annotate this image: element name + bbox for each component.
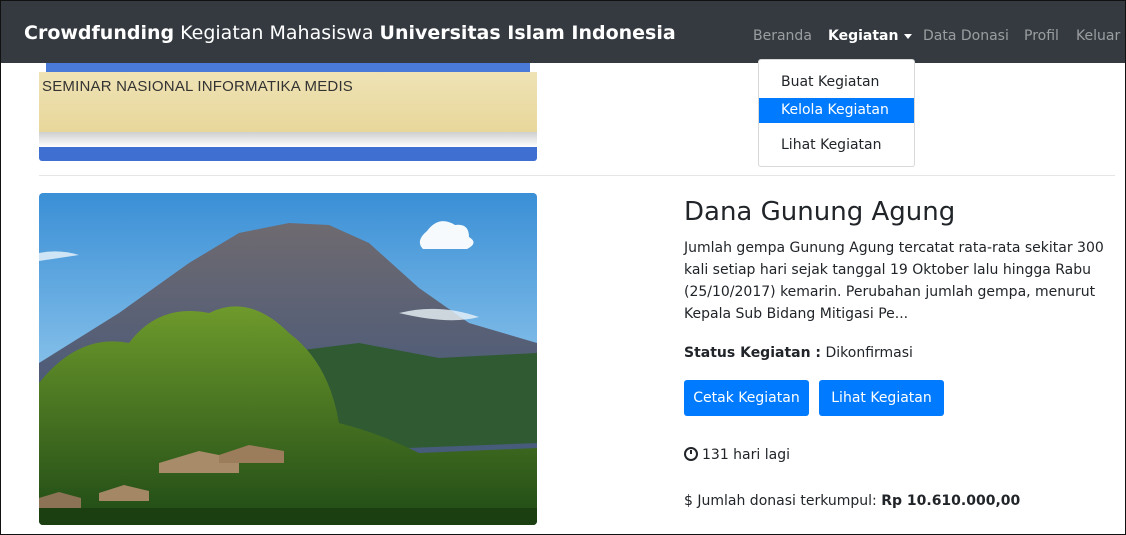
days-remaining: 131 hari lagi	[684, 447, 790, 463]
navbar: Crowdfunding Kegiatan Mahasiswa Universi…	[1, 1, 1125, 63]
activity-photo-mountain[interactable]	[39, 193, 537, 525]
brand-university: Universitas Islam Indonesia	[379, 22, 676, 44]
view-activity-button[interactable]: Lihat Kegiatan	[819, 380, 944, 416]
browser-viewport: Crowdfunding Kegiatan Mahasiswa Universi…	[0, 0, 1126, 535]
clock-icon	[684, 447, 698, 461]
donation-label: Jumlah donasi terkumpul:	[692, 493, 882, 509]
banner-top-stripe	[46, 63, 530, 72]
brand-crowdfunding: Crowdfunding	[24, 22, 175, 44]
activity-status: Status Kegiatan : Dikonfirmasi	[684, 345, 913, 361]
nav-kegiatan-label: Kegiatan	[828, 28, 899, 44]
days-remaining-text: 131 hari lagi	[702, 447, 790, 463]
nav-item-keluar[interactable]: Keluar	[1076, 28, 1120, 44]
brand-middle: Kegiatan Mahasiswa	[174, 22, 380, 44]
kegiatan-dropdown-menu: Buat Kegiatan Kelola Kegiatan Lihat Kegi…	[758, 59, 915, 167]
dropdown-item-lihat-kegiatan[interactable]: Lihat Kegiatan	[759, 133, 914, 158]
divider	[39, 175, 1115, 176]
dropdown-item-kelola-kegiatan[interactable]: Kelola Kegiatan	[759, 98, 914, 123]
dropdown-label: Lihat Kegiatan	[781, 137, 882, 153]
nav-item-data-donasi[interactable]: Data Donasi	[923, 28, 1009, 44]
print-activity-button[interactable]: Cetak Kegiatan	[684, 380, 809, 416]
previous-activity-banner-text: SEMINAR NASIONAL INFORMATIKA MEDIS	[42, 78, 354, 95]
nav-item-profil[interactable]: Profil	[1024, 28, 1059, 44]
banner-shadow	[39, 132, 537, 147]
dropdown-label: Kelola Kegiatan	[781, 102, 889, 118]
dollar-icon: $	[684, 493, 693, 509]
mountain-illustration	[39, 193, 537, 525]
status-label: Status Kegiatan :	[684, 345, 822, 361]
caret-down-icon	[904, 33, 913, 39]
status-value: Dikonfirmasi	[821, 345, 913, 361]
dropdown-label: Buat Kegiatan	[781, 74, 880, 90]
activity-description: Jumlah gempa Gunung Agung tercatat rata-…	[684, 240, 1104, 322]
navbar-brand[interactable]: Crowdfunding Kegiatan Mahasiswa Universi…	[24, 22, 676, 44]
dropdown-item-buat-kegiatan[interactable]: Buat Kegiatan	[759, 70, 914, 95]
banner-bottom-stripe	[39, 147, 537, 161]
donation-total: $ Jumlah donasi terkumpul: Rp 10.610.000…	[684, 493, 1020, 509]
nav-item-beranda[interactable]: Beranda	[753, 28, 812, 44]
donation-amount: Rp 10.610.000,00	[881, 493, 1021, 509]
nav-item-kegiatan[interactable]: Kegiatan	[828, 28, 913, 44]
activity-title: Dana Gunung Agung	[684, 197, 956, 227]
